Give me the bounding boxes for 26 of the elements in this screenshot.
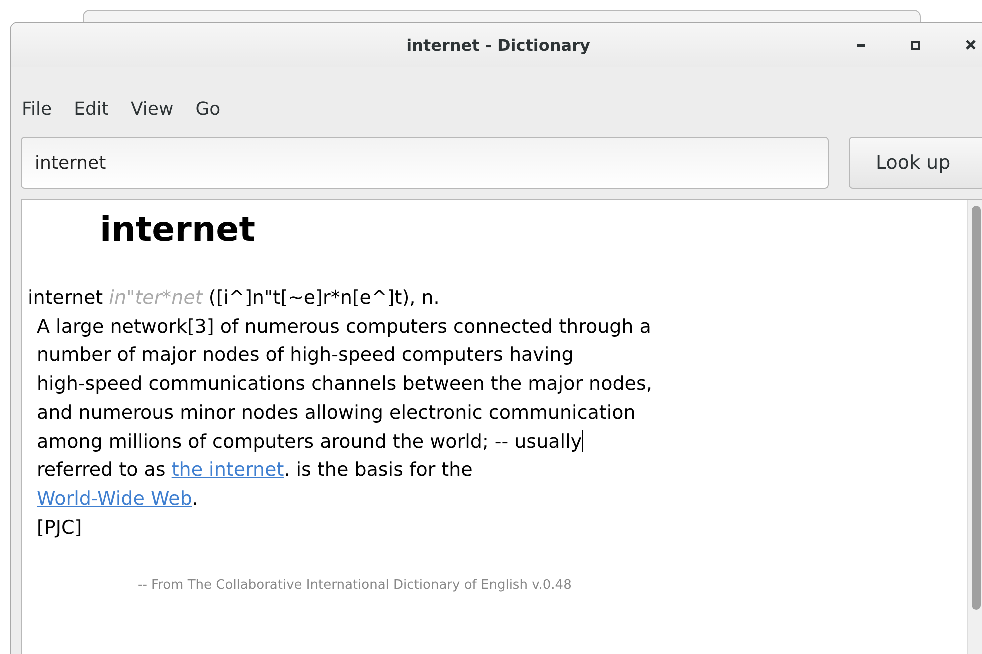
definition-line: number of major nodes of high-speed computers having — [36, 343, 575, 368]
definition-line: and numerous minor nodes allowing electronic communication — [36, 400, 637, 426]
definition-line: among millions of computers around the world; -- usually — [36, 428, 584, 455]
definition-line: internet in"ter*net ([i^]n"t[~e]r*n[e^]t), n. — [28, 286, 441, 311]
scrollbar[interactable] — [967, 200, 982, 654]
text-cursor — [582, 430, 584, 452]
menu-item[interactable]: File — [11, 98, 64, 120]
close-icon[interactable] — [966, 40, 976, 50]
link[interactable]: the internet — [172, 459, 284, 482]
maximize-icon[interactable] — [911, 40, 920, 50]
scrollbar-thumb[interactable] — [972, 206, 981, 610]
window-title: internet - Dictionary — [406, 36, 590, 54]
menu-item[interactable]: Edit — [63, 98, 120, 120]
look-up-button[interactable]: Look up — [849, 137, 982, 189]
minimize-icon[interactable] — [857, 44, 865, 46]
menu-item[interactable]: View — [120, 98, 185, 120]
menu-item[interactable]: Go — [184, 98, 232, 120]
search-field[interactable]: internet — [21, 137, 829, 189]
source-note: -- From The Collaborative International Dictionary of English v.0.48 — [138, 578, 573, 594]
entry-heading: internet — [100, 210, 256, 252]
definition-line: referred to as the internet. is the basis for the — [36, 458, 474, 484]
definition-line: [PJC] — [36, 516, 84, 541]
link[interactable]: World-Wide Web — [37, 488, 192, 510]
definition-line: World-Wide Web. — [36, 486, 200, 512]
definition-line: high-speed communications channels between the major nodes, — [36, 372, 654, 398]
definition-line: A large network[3] of numerous computers connected through a — [36, 314, 652, 340]
